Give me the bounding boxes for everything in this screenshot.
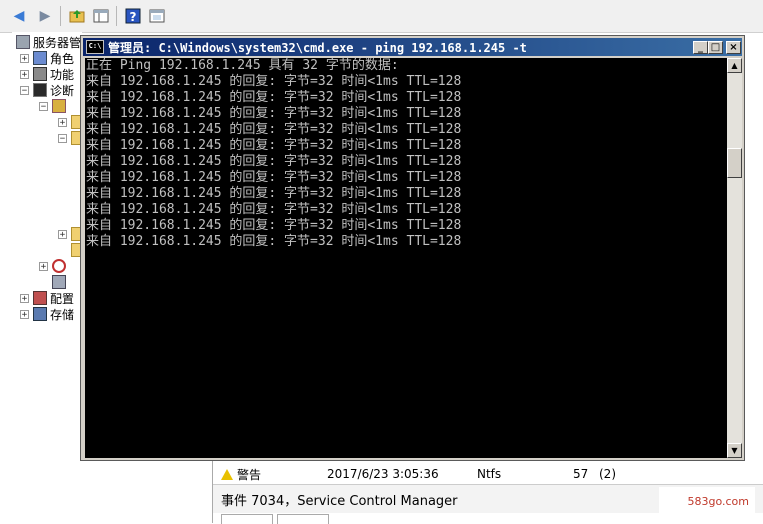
console-line: 正在 Ping 192.168.1.245 具有 32 字节的数据: bbox=[86, 58, 399, 73]
expand-toggle[interactable]: + bbox=[39, 261, 48, 271]
scroll-down-arrow-icon[interactable]: ▼ bbox=[727, 443, 742, 458]
console-line: 来自 192.168.1.245 的回复: 字节=32 时间<1ms TTL=1… bbox=[86, 202, 462, 217]
console-output[interactable]: 正在 Ping 192.168.1.245 具有 32 字节的数据: 来自 192… bbox=[85, 58, 727, 458]
mmc-toolbar: ◀ ▶ ? bbox=[0, 0, 763, 33]
properties-icon[interactable] bbox=[146, 6, 168, 26]
vertical-scrollbar[interactable]: ▲ ▼ bbox=[727, 58, 742, 458]
toolbar-separator bbox=[116, 6, 117, 26]
expand-toggle[interactable]: + bbox=[20, 293, 29, 303]
console-line: 来自 192.168.1.245 的回复: 字节=32 时间<1ms TTL=1… bbox=[86, 234, 462, 249]
table-row[interactable]: 警告 2017/6/23 3:05:36 Ntfs 57 (2) bbox=[221, 466, 616, 482]
collapse-toggle[interactable]: − bbox=[39, 101, 48, 111]
tree-item-configuration[interactable]: + 配置 bbox=[20, 290, 74, 306]
warning-icon bbox=[221, 468, 233, 480]
detail-tabs bbox=[221, 514, 333, 524]
back-arrow-icon[interactable]: ◀ bbox=[8, 6, 30, 26]
show-hide-tree-icon[interactable] bbox=[90, 6, 112, 26]
device-manager-icon bbox=[52, 275, 66, 289]
console-line: 来自 192.168.1.245 的回复: 字节=32 时间<1ms TTL=1… bbox=[86, 170, 462, 185]
console-line: 来自 192.168.1.245 的回复: 字节=32 时间<1ms TTL=1… bbox=[86, 74, 462, 89]
server-icon bbox=[16, 35, 30, 49]
tree-item-features[interactable]: + 功能 bbox=[20, 66, 74, 82]
tree-item-label: 功能 bbox=[50, 67, 75, 82]
event-viewer-icon bbox=[52, 99, 66, 113]
performance-icon bbox=[52, 259, 66, 273]
help-icon[interactable]: ? bbox=[122, 6, 144, 26]
tree-item-device-manager[interactable] bbox=[52, 274, 69, 290]
tree-item-label: 服务器管 bbox=[33, 35, 82, 50]
tree-item-label: 存储 bbox=[50, 307, 75, 322]
configuration-icon bbox=[33, 291, 47, 305]
event-detail-title: 事件 7034，Service Control Manager bbox=[221, 493, 458, 509]
svg-text:?: ? bbox=[130, 10, 137, 24]
expand-toggle[interactable]: + bbox=[20, 309, 29, 319]
console-line: 来自 192.168.1.245 的回复: 字节=32 时间<1ms TTL=1… bbox=[86, 122, 462, 137]
tree-item-diagnostics[interactable]: − 诊断 bbox=[20, 82, 74, 98]
tree-item-performance[interactable]: + bbox=[39, 258, 69, 274]
cmd-icon: C:\ bbox=[86, 40, 104, 54]
tree-item-storage[interactable]: + 存储 bbox=[20, 306, 74, 322]
diagnostics-icon bbox=[33, 83, 47, 97]
collapse-toggle[interactable]: − bbox=[58, 133, 67, 143]
minimize-button[interactable]: _ bbox=[693, 41, 708, 54]
console-line: 来自 192.168.1.245 的回复: 字节=32 时间<1ms TTL=1… bbox=[86, 106, 462, 121]
scroll-thumb[interactable] bbox=[727, 148, 742, 178]
console-line: 来自 192.168.1.245 的回复: 字节=32 时间<1ms TTL=1… bbox=[86, 154, 462, 169]
console-tree: 服务器管 + 角色 + 功能 − 诊断 − + − + + + 配置 + 存储 bbox=[12, 32, 85, 523]
tree-item-event-viewer[interactable]: − bbox=[39, 98, 69, 114]
event-id: 57 bbox=[573, 467, 589, 481]
tree-item-label: 配置 bbox=[50, 291, 75, 306]
forward-arrow-icon[interactable]: ▶ bbox=[34, 6, 56, 26]
scroll-up-arrow-icon[interactable]: ▲ bbox=[727, 58, 742, 73]
event-datetime: 2017/6/23 3:05:36 bbox=[327, 467, 439, 481]
expand-toggle[interactable]: + bbox=[20, 69, 29, 79]
up-folder-icon[interactable] bbox=[66, 6, 88, 26]
console-line: 来自 192.168.1.245 的回复: 字节=32 时间<1ms TTL=1… bbox=[86, 90, 462, 105]
tree-item-server-manager[interactable]: 服务器管 bbox=[16, 34, 81, 50]
event-category: (2) bbox=[599, 467, 616, 481]
tree-item-roles[interactable]: + 角色 bbox=[20, 50, 74, 66]
event-source: Ntfs bbox=[477, 467, 502, 481]
features-icon bbox=[33, 67, 47, 81]
collapse-toggle[interactable]: − bbox=[20, 85, 29, 95]
console-line: 来自 192.168.1.245 的回复: 字节=32 时间<1ms TTL=1… bbox=[86, 218, 462, 233]
expand-toggle[interactable]: + bbox=[58, 117, 67, 127]
expand-toggle[interactable]: + bbox=[58, 229, 67, 239]
tree-item-label: 角色 bbox=[50, 51, 75, 66]
expand-toggle[interactable]: + bbox=[20, 53, 29, 63]
close-button[interactable]: × bbox=[726, 41, 741, 54]
console-line: 来自 192.168.1.245 的回复: 字节=32 时间<1ms TTL=1… bbox=[86, 138, 462, 153]
cmd-window[interactable]: C:\ 管理员: C:\Windows\system32\cmd.exe - p… bbox=[80, 35, 745, 461]
maximize-button[interactable]: □ bbox=[708, 41, 723, 54]
watermark-text: 583go.com bbox=[687, 494, 749, 508]
tree-item-label: 诊断 bbox=[50, 83, 75, 98]
storage-icon bbox=[33, 307, 47, 321]
cmd-title-text: 管理员: C:\Windows\system32\cmd.exe - ping … bbox=[108, 40, 527, 55]
event-level: 警告 bbox=[237, 467, 262, 482]
console-line: 来自 192.168.1.245 的回复: 字节=32 时间<1ms TTL=1… bbox=[86, 186, 462, 201]
toolbar-separator bbox=[60, 6, 61, 26]
roles-icon bbox=[33, 51, 47, 65]
watermark: 583go.com bbox=[659, 487, 755, 515]
cmd-title-bar[interactable]: C:\ 管理员: C:\Windows\system32\cmd.exe - p… bbox=[83, 38, 742, 56]
